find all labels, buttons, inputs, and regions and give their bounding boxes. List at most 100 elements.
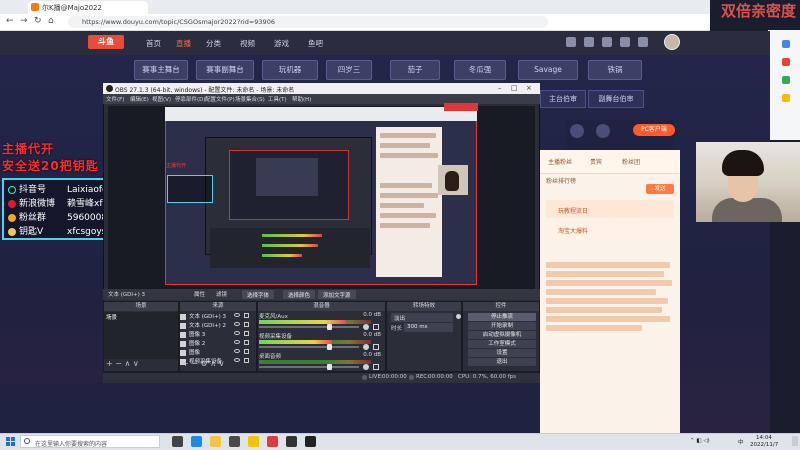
- lock-icon[interactable]: [244, 340, 249, 345]
- nav-video[interactable]: 视频: [240, 38, 255, 49]
- add-text-button[interactable]: 添加文字源: [318, 290, 356, 299]
- settings-icon[interactable]: [638, 37, 648, 47]
- clock-time[interactable]: 14:04: [756, 435, 772, 441]
- minimize-icon[interactable]: –: [498, 84, 502, 92]
- eye-icon[interactable]: [234, 322, 240, 326]
- game-button[interactable]: 冬瓜强: [454, 60, 506, 80]
- game-button[interactable]: 四岁三: [326, 60, 372, 80]
- eye-icon[interactable]: [234, 313, 240, 317]
- lock-icon[interactable]: [244, 313, 249, 318]
- menu-file[interactable]: 文件(F): [106, 95, 124, 103]
- sidebar-app-icon[interactable]: [782, 76, 790, 84]
- lock-icon[interactable]: [244, 349, 249, 354]
- game-button[interactable]: 铁锅: [588, 60, 642, 80]
- nav-game[interactable]: 游戏: [274, 38, 289, 49]
- mixer-settings-icon[interactable]: [363, 344, 369, 350]
- game-button[interactable]: Savage: [518, 60, 578, 80]
- source-toolbar[interactable]: + − ⚙ ∧ ∨: [182, 359, 224, 368]
- message-icon[interactable]: [602, 37, 612, 47]
- menu-docks[interactable]: 停靠部件(D): [175, 95, 206, 103]
- nav-live[interactable]: 直播: [176, 38, 191, 49]
- avatar[interactable]: [664, 34, 680, 50]
- menu-help[interactable]: 帮助(H): [292, 95, 311, 103]
- close-icon[interactable]: ×: [526, 84, 532, 92]
- edge-icon[interactable]: [191, 436, 202, 447]
- properties-button[interactable]: 属性: [194, 290, 205, 298]
- browser-tab[interactable]: 尔K播@Majo2022: [28, 1, 148, 14]
- studio-mode-button[interactable]: 工作室模式: [468, 340, 536, 348]
- reload-icon[interactable]: ↻: [34, 16, 42, 26]
- volume-slider[interactable]: [259, 346, 359, 348]
- mute-icon[interactable]: [373, 364, 379, 370]
- mute-icon[interactable]: [373, 344, 379, 350]
- menu-tools[interactable]: 工具(T): [268, 95, 287, 103]
- color-button[interactable]: 选择颜色: [283, 290, 316, 299]
- chat-tab[interactable]: 主播粉丝: [548, 157, 572, 166]
- volume-slider-handle[interactable]: [327, 364, 332, 370]
- volume-slider[interactable]: [259, 326, 359, 328]
- menu-view[interactable]: 视图(V): [152, 95, 171, 103]
- stop-stream-button[interactable]: 停止推流: [468, 313, 536, 321]
- lock-icon[interactable]: [244, 358, 249, 363]
- clock-date[interactable]: 2022/11/7: [750, 442, 778, 448]
- taskbar-search[interactable]: 在这里输入你要搜索的内容: [20, 435, 160, 448]
- chat-tab[interactable]: 粉丝团: [622, 157, 640, 166]
- history-icon[interactable]: [566, 37, 576, 47]
- game-button[interactable]: 赛事副舞台: [196, 60, 254, 80]
- task-view-icon[interactable]: [172, 436, 183, 447]
- eye-icon[interactable]: [234, 358, 240, 362]
- game-button[interactable]: 玩机器: [262, 60, 318, 80]
- menu-edit[interactable]: 编辑(E): [130, 95, 149, 103]
- forward-icon[interactable]: →: [20, 16, 28, 26]
- share-icon[interactable]: [596, 124, 610, 138]
- volume-slider[interactable]: [259, 366, 359, 368]
- mixer-settings-icon[interactable]: [363, 324, 369, 330]
- nav-home[interactable]: 首页: [146, 38, 161, 49]
- app-dark-icon[interactable]: [286, 436, 297, 447]
- mixer-settings-icon[interactable]: [363, 364, 369, 370]
- store-icon[interactable]: [229, 436, 240, 447]
- transition-settings-icon[interactable]: [456, 314, 461, 319]
- eye-icon[interactable]: [234, 349, 240, 353]
- tray-icons[interactable]: ⌃ ◧ ◁): [690, 438, 710, 444]
- chat-tab[interactable]: 贵宾: [590, 157, 602, 166]
- duration-input[interactable]: 300 ms: [404, 323, 453, 332]
- eye-icon[interactable]: [234, 331, 240, 335]
- virtual-camera-button[interactable]: 启动虚拟摄像机: [468, 331, 536, 339]
- nav-category[interactable]: 分类: [206, 38, 221, 49]
- url-input[interactable]: https://www.douyu.com/topic/CSGOsmajor20…: [68, 16, 548, 28]
- game-button[interactable]: 副舞台伯审: [588, 90, 644, 108]
- app-yellow-icon[interactable]: [248, 436, 259, 447]
- sidebar-app-icon[interactable]: [782, 58, 790, 66]
- app-red-icon[interactable]: [267, 436, 278, 447]
- game-button[interactable]: 主台伯审: [540, 90, 586, 108]
- obs-icon[interactable]: [305, 436, 316, 447]
- explorer-icon[interactable]: [210, 436, 221, 447]
- sidebar-app-icon[interactable]: [782, 40, 790, 48]
- input-language[interactable]: 中: [738, 438, 744, 446]
- mute-icon[interactable]: [373, 324, 379, 330]
- download-icon[interactable]: [620, 37, 630, 47]
- settings-button[interactable]: 设置: [468, 349, 536, 357]
- gift-icon[interactable]: [570, 124, 584, 138]
- site-logo[interactable]: 斗鱼: [88, 35, 124, 49]
- follow-icon[interactable]: [584, 37, 594, 47]
- scene-toolbar[interactable]: + − ∧ ∨: [106, 359, 139, 368]
- sidebar-app-icon[interactable]: [782, 94, 790, 102]
- menu-scene-collection[interactable]: 场景集合(S): [235, 95, 265, 103]
- start-recording-button[interactable]: 开始录制: [468, 322, 536, 330]
- game-button[interactable]: 赛事主舞台: [134, 60, 188, 80]
- menu-profile[interactable]: 配置文件(P): [205, 95, 235, 103]
- notification-icon[interactable]: [792, 436, 798, 446]
- windows-start-icon[interactable]: [6, 437, 15, 446]
- filters-button[interactable]: 滤镜: [216, 290, 227, 298]
- chat-action-button[interactable]: 发送: [646, 184, 674, 194]
- volume-slider-handle[interactable]: [327, 344, 332, 350]
- back-icon[interactable]: ←: [6, 16, 14, 26]
- scene-item[interactable]: 场景: [106, 313, 117, 321]
- lock-icon[interactable]: [244, 322, 249, 327]
- eye-icon[interactable]: [234, 340, 240, 344]
- exit-button[interactable]: 退出: [468, 358, 536, 366]
- transition-select[interactable]: 淡出: [391, 313, 453, 322]
- lock-icon[interactable]: [244, 331, 249, 336]
